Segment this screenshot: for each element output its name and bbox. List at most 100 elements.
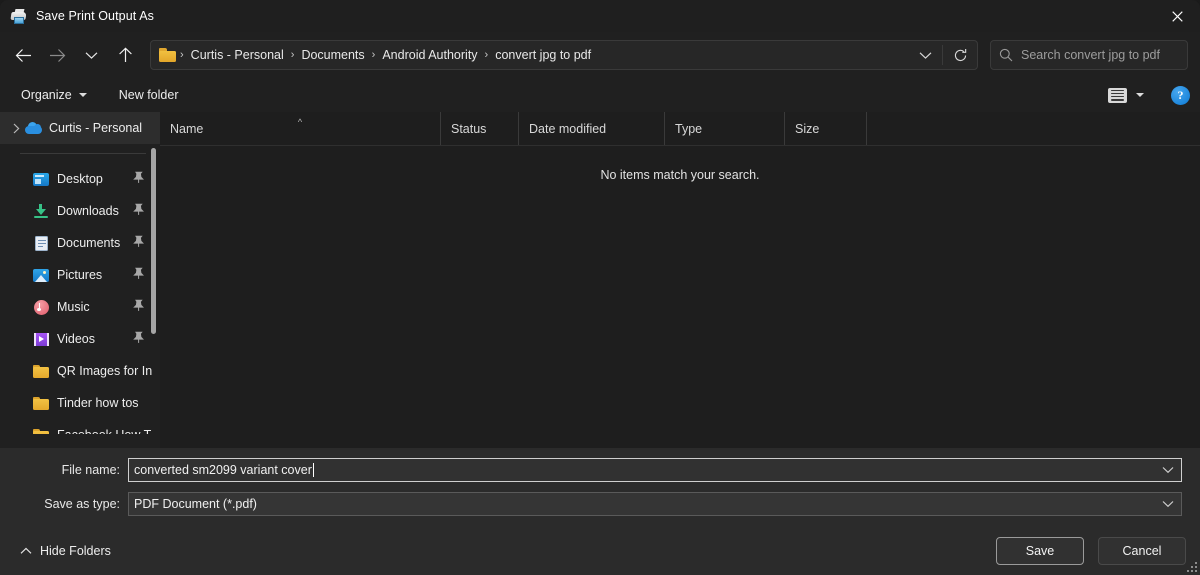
breadcrumb-item-3[interactable]: convert jpg to pdf [489,45,597,65]
sidebar-item-qr-images[interactable]: QR Images for In [0,355,160,387]
save-as-type-select[interactable]: PDF Document (*.pdf) [128,492,1182,516]
dialog-body: Curtis - Personal Desktop Downloads [0,112,1200,448]
window-title: Save Print Output As [36,9,154,23]
search-icon [999,48,1013,62]
chevron-right-icon[interactable] [8,123,24,134]
sidebar-item-downloads[interactable]: Downloads [0,195,160,227]
help-button[interactable]: ? [1171,86,1190,105]
breadcrumb: › Curtis - Personal › Documents › Androi… [179,45,597,65]
file-name-row: File name: converted sm2099 variant cove… [18,458,1182,482]
folder-icon [32,365,50,378]
navigation-sidebar[interactable]: Curtis - Personal Desktop Downloads [0,112,160,448]
chevron-down-icon [85,51,98,60]
sidebar-item-pictures[interactable]: Pictures [0,259,160,291]
file-list-body[interactable]: No items match your search. [160,146,1200,448]
breadcrumb-item-2[interactable]: Android Authority [376,45,483,65]
sidebar-clip-fade [0,434,160,448]
breadcrumb-item-1[interactable]: Documents [295,45,370,65]
sidebar-item-label: Tinder how tos [57,396,139,410]
sidebar-item-label: Videos [57,332,95,346]
sidebar-item-label: QR Images for In [57,364,152,378]
column-header-row: ^ Name Status Date modified Type Size [160,112,1200,146]
sidebar-divider [20,153,146,154]
save-print-output-dialog: Save Print Output As [0,0,1200,575]
chevron-down-icon [79,93,87,97]
recent-locations-button[interactable] [74,39,108,71]
text-cursor [313,463,314,477]
up-arrow-icon [118,47,133,63]
back-button[interactable] [6,39,40,71]
address-history-button[interactable] [910,42,940,68]
sidebar-scrollbar-thumb[interactable] [151,148,156,334]
hide-folders-label: Hide Folders [40,544,111,558]
column-header-name[interactable]: ^ Name [160,112,440,145]
pin-icon[interactable] [133,332,144,347]
close-button[interactable] [1154,0,1200,32]
column-header-label: Date modified [529,122,606,136]
forward-arrow-icon [49,48,66,63]
organize-label: Organize [21,88,72,102]
close-icon [1172,11,1183,22]
save-button[interactable]: Save [996,537,1084,565]
sidebar-item-label: Music [57,300,90,314]
save-as-type-row: Save as type: PDF Document (*.pdf) [18,492,1182,516]
sidebar-item-label: Downloads [57,204,119,218]
column-header-status[interactable]: Status [440,112,518,145]
file-name-dropdown-button[interactable] [1155,459,1181,481]
cancel-button[interactable]: Cancel [1098,537,1186,565]
pin-icon[interactable] [133,300,144,315]
command-bar: Organize New folder ? [0,78,1200,112]
organize-button[interactable]: Organize [12,84,96,106]
sidebar-item-desktop[interactable]: Desktop [0,163,160,195]
save-as-type-dropdown-button[interactable] [1155,493,1181,515]
file-name-field[interactable]: converted sm2099 variant cover [128,458,1182,482]
dialog-footer: Hide Folders Save Cancel [0,526,1200,575]
sidebar-item-tinder-how-tos[interactable]: Tinder how tos [0,387,160,419]
pictures-icon [32,269,50,282]
sidebar-item-curtis-personal[interactable]: Curtis - Personal [0,112,160,144]
save-as-type-value: PDF Document (*.pdf) [134,497,257,511]
pin-icon[interactable] [133,236,144,251]
back-arrow-icon [15,48,32,63]
breadcrumb-item-0[interactable]: Curtis - Personal [185,45,290,65]
sidebar-item-label: Curtis - Personal [49,121,142,135]
pin-icon[interactable] [133,268,144,283]
chevron-down-icon [1162,466,1174,474]
chevron-up-icon: ^ [298,117,302,127]
pin-icon[interactable] [133,172,144,187]
up-button[interactable] [108,39,142,71]
sidebar-item-label: Desktop [57,172,103,186]
hide-folders-button[interactable]: Hide Folders [14,539,117,563]
sidebar-item-documents[interactable]: Documents [0,227,160,259]
music-icon [32,300,50,315]
chevron-down-icon [919,51,932,60]
empty-state-message: No items match your search. [600,168,759,448]
search-input[interactable] [1021,48,1182,62]
address-divider [942,45,943,65]
address-bar[interactable]: › Curtis - Personal › Documents › Androi… [150,40,978,70]
chevron-up-icon [20,544,32,558]
list-view-icon [1108,88,1127,103]
column-header-date-modified[interactable]: Date modified [518,112,664,145]
column-header-label: Status [451,122,486,136]
sidebar-item-music[interactable]: Music [0,291,160,323]
column-header-filler [866,112,1200,145]
save-button-label: Save [1026,544,1055,558]
column-header-size[interactable]: Size [784,112,866,145]
refresh-icon [953,48,968,63]
column-header-type[interactable]: Type [664,112,784,145]
refresh-button[interactable] [945,42,975,68]
forward-button[interactable] [40,39,74,71]
view-options-button[interactable] [1099,84,1153,107]
printer-icon [10,7,28,25]
new-folder-button[interactable]: New folder [110,84,188,106]
resize-grip-icon[interactable] [1185,560,1197,572]
pin-icon[interactable] [133,204,144,219]
folder-icon [32,397,50,410]
column-header-label: Name [170,122,203,136]
title-bar: Save Print Output As [0,0,1200,32]
breadcrumb-separator: › [179,49,185,61]
sidebar-item-videos[interactable]: Videos [0,323,160,355]
videos-icon [32,333,50,346]
search-box[interactable] [990,40,1188,70]
